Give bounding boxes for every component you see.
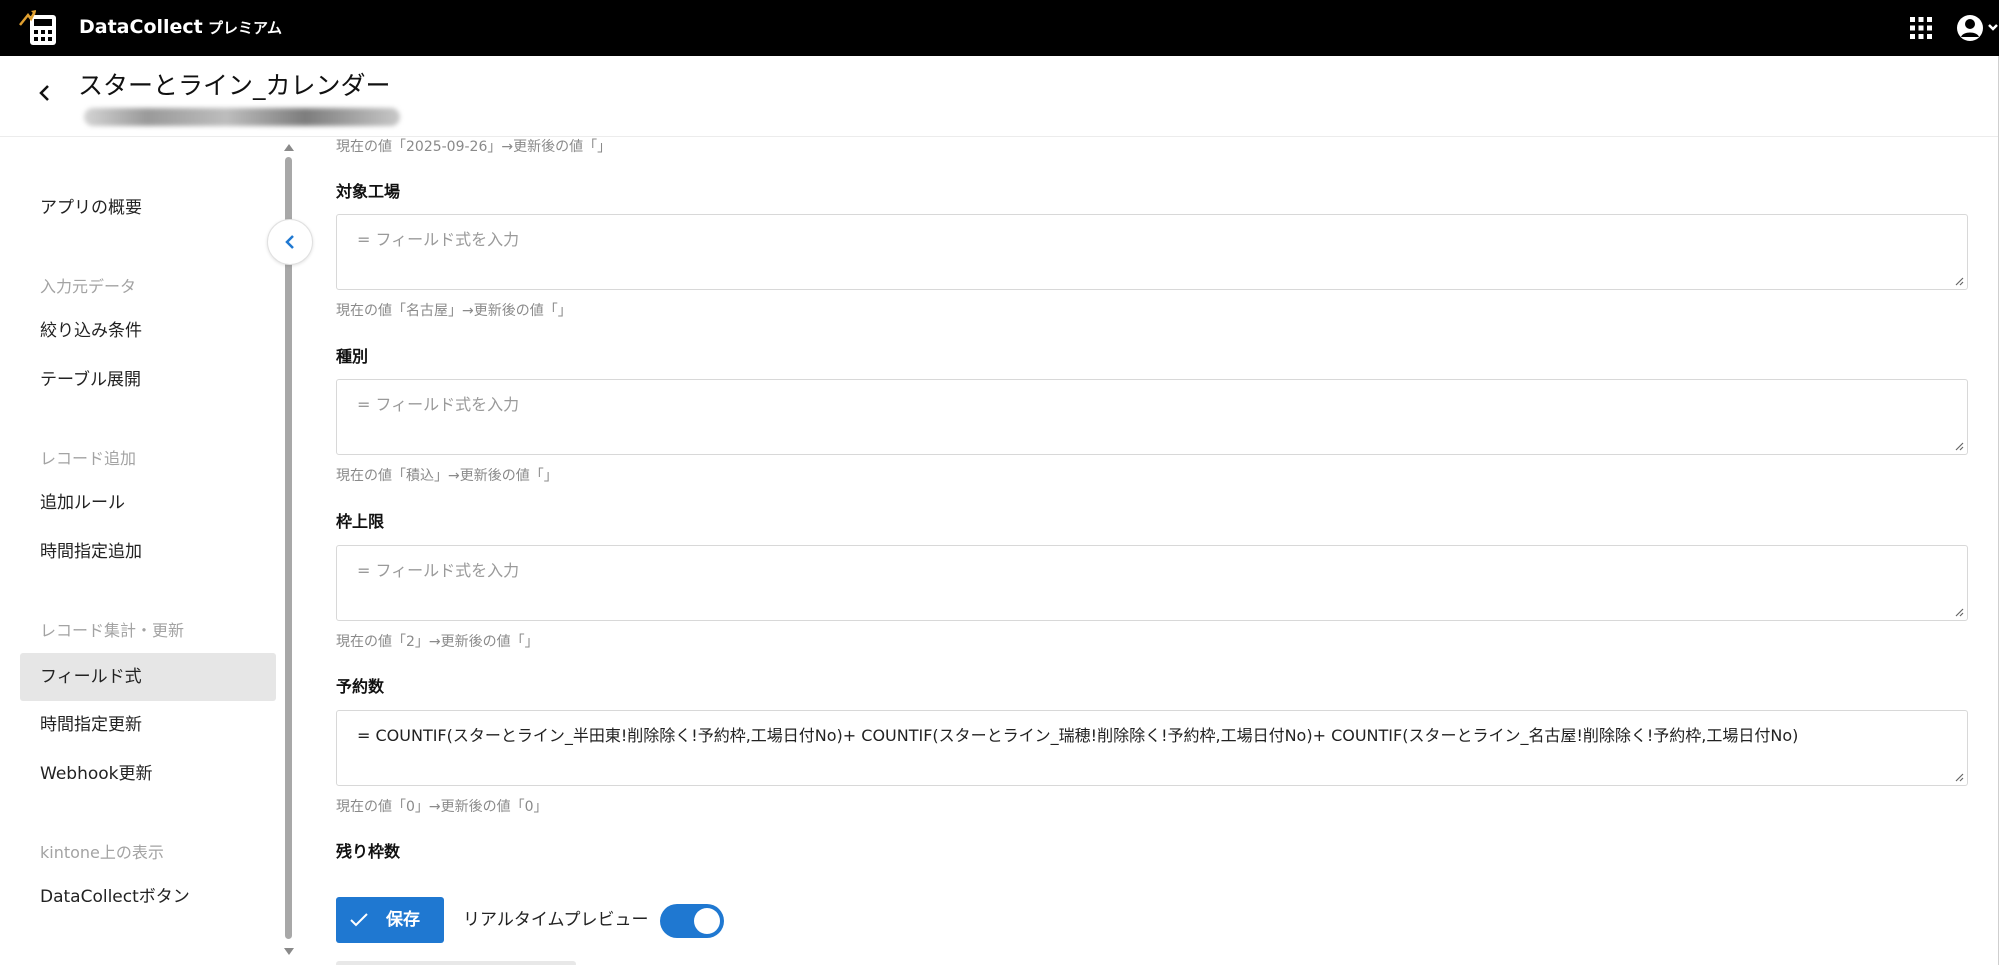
current-value-hint: 現在の値「0」→更新後の値「0」: [336, 799, 548, 815]
app-header: スターとライン_カレンダー: [0, 56, 1999, 137]
sidebar-item-label: フィールド式: [40, 667, 142, 687]
formula-placeholder: = フィールド式を入力: [357, 395, 520, 414]
field-label: 予約数: [336, 677, 385, 696]
sidebar-item-label: Webhook更新: [40, 764, 153, 784]
field-label: 残り枠数: [336, 842, 401, 861]
sidebar-section-record-add: レコード追加: [40, 449, 137, 468]
brand-name: DataCollect: [79, 16, 203, 38]
clipped-hint: [336, 955, 576, 965]
sidebar-item-table-expand[interactable]: テーブル展開: [20, 356, 276, 404]
formula-input-target-factory[interactable]: = フィールド式を入力: [336, 214, 1968, 290]
formula-placeholder: = フィールド式を入力: [357, 561, 520, 580]
sidebar-item-label: 絞り込み条件: [40, 321, 142, 341]
formula-input-type[interactable]: = フィールド式を入力: [336, 379, 1968, 455]
sidebar-item-label: 追加ルール: [40, 493, 125, 513]
account-icon[interactable]: [1955, 13, 1999, 43]
scroll-down-arrow-icon[interactable]: [284, 948, 294, 956]
chevron-down-icon: [1988, 24, 1998, 31]
field-label: 枠上限: [336, 512, 385, 531]
resize-handle-icon[interactable]: [1954, 607, 1964, 617]
field-label: 種別: [336, 347, 369, 366]
current-value-hint: 現在の値「2」→更新後の値「」: [336, 634, 539, 650]
sidebar-item-label: テーブル展開: [40, 370, 141, 390]
current-value-hint: 現在の値「積込」→更新後の値「」: [336, 468, 558, 484]
realtime-preview-toggle[interactable]: [660, 904, 724, 938]
sidebar-scroll-thumb[interactable]: [285, 157, 292, 939]
top-bar: DataCollect プレミアム: [0, 0, 1999, 56]
scroll-up-arrow-icon[interactable]: [284, 143, 294, 151]
save-button-label: 保存: [386, 910, 420, 930]
formula-input-reservations[interactable]: = COUNTIF(スターとライン_半田東!削除除く!予約枠,工場日付No)+ …: [336, 710, 1968, 786]
sidebar-section-input-data: 入力元データ: [40, 277, 137, 296]
realtime-preview-label: リアルタイムプレビュー: [463, 910, 649, 930]
sidebar-item-filter-conditions[interactable]: 絞り込み条件: [20, 307, 276, 355]
toggle-knob: [694, 908, 720, 934]
sidebar-item-label: DataCollectボタン: [40, 887, 190, 907]
field-formula-panel: 現在の値「2025-09-26」→更新後の値「」 対象工場 = フィールド式を入…: [298, 137, 1999, 965]
save-button[interactable]: 保存: [336, 897, 444, 943]
sidebar-item-label: 時間指定更新: [40, 715, 142, 735]
resize-handle-icon[interactable]: [1954, 276, 1964, 286]
sidebar-nav: アプリの概要 入力元データ 絞り込み条件 テーブル展開 レコード追加 追加ルール…: [0, 137, 298, 965]
sidebar-section-kintone-display: kintone上の表示: [40, 843, 164, 862]
apps-grid-icon[interactable]: [1910, 17, 1932, 39]
sidebar-item-scheduled-add[interactable]: 時間指定追加: [20, 528, 276, 576]
sidebar-item-label: 時間指定追加: [40, 542, 142, 562]
sidebar-item-scheduled-update[interactable]: 時間指定更新: [20, 701, 276, 749]
formula-value: = COUNTIF(スターとライン_半田東!削除除く!予約枠,工場日付No)+ …: [357, 726, 1799, 745]
sidebar-item-app-overview[interactable]: アプリの概要: [20, 184, 276, 232]
formula-input-slot-limit[interactable]: = フィールド式を入力: [336, 545, 1968, 621]
resize-handle-icon[interactable]: [1954, 441, 1964, 451]
field-label: 対象工場: [336, 182, 401, 201]
sidebar-item-label: アプリの概要: [40, 198, 142, 218]
current-value-hint: 現在の値「名古屋」→更新後の値「」: [336, 303, 572, 319]
sidebar-item-add-rules[interactable]: 追加ルール: [20, 479, 276, 527]
plan-tier-label: プレミアム: [208, 19, 282, 37]
check-icon: [350, 913, 368, 927]
formula-placeholder: = フィールド式を入力: [357, 230, 520, 249]
sidebar-section-aggregate-update: レコード集計・更新: [40, 621, 185, 640]
app-title: スターとライン_カレンダー: [78, 71, 391, 100]
back-chevron-icon[interactable]: [34, 82, 56, 104]
resize-handle-icon[interactable]: [1954, 772, 1964, 782]
sidebar-item-datacollect-button[interactable]: DataCollectボタン: [20, 873, 276, 921]
app-subtitle-blurred: [84, 108, 400, 126]
sidebar-item-webhook-update[interactable]: Webhook更新: [20, 750, 276, 798]
sidebar-item-field-formula[interactable]: フィールド式: [20, 653, 276, 701]
current-value-hint: 現在の値「2025-09-26」→更新後の値「」: [336, 139, 612, 155]
logo-icon[interactable]: [18, 9, 58, 47]
